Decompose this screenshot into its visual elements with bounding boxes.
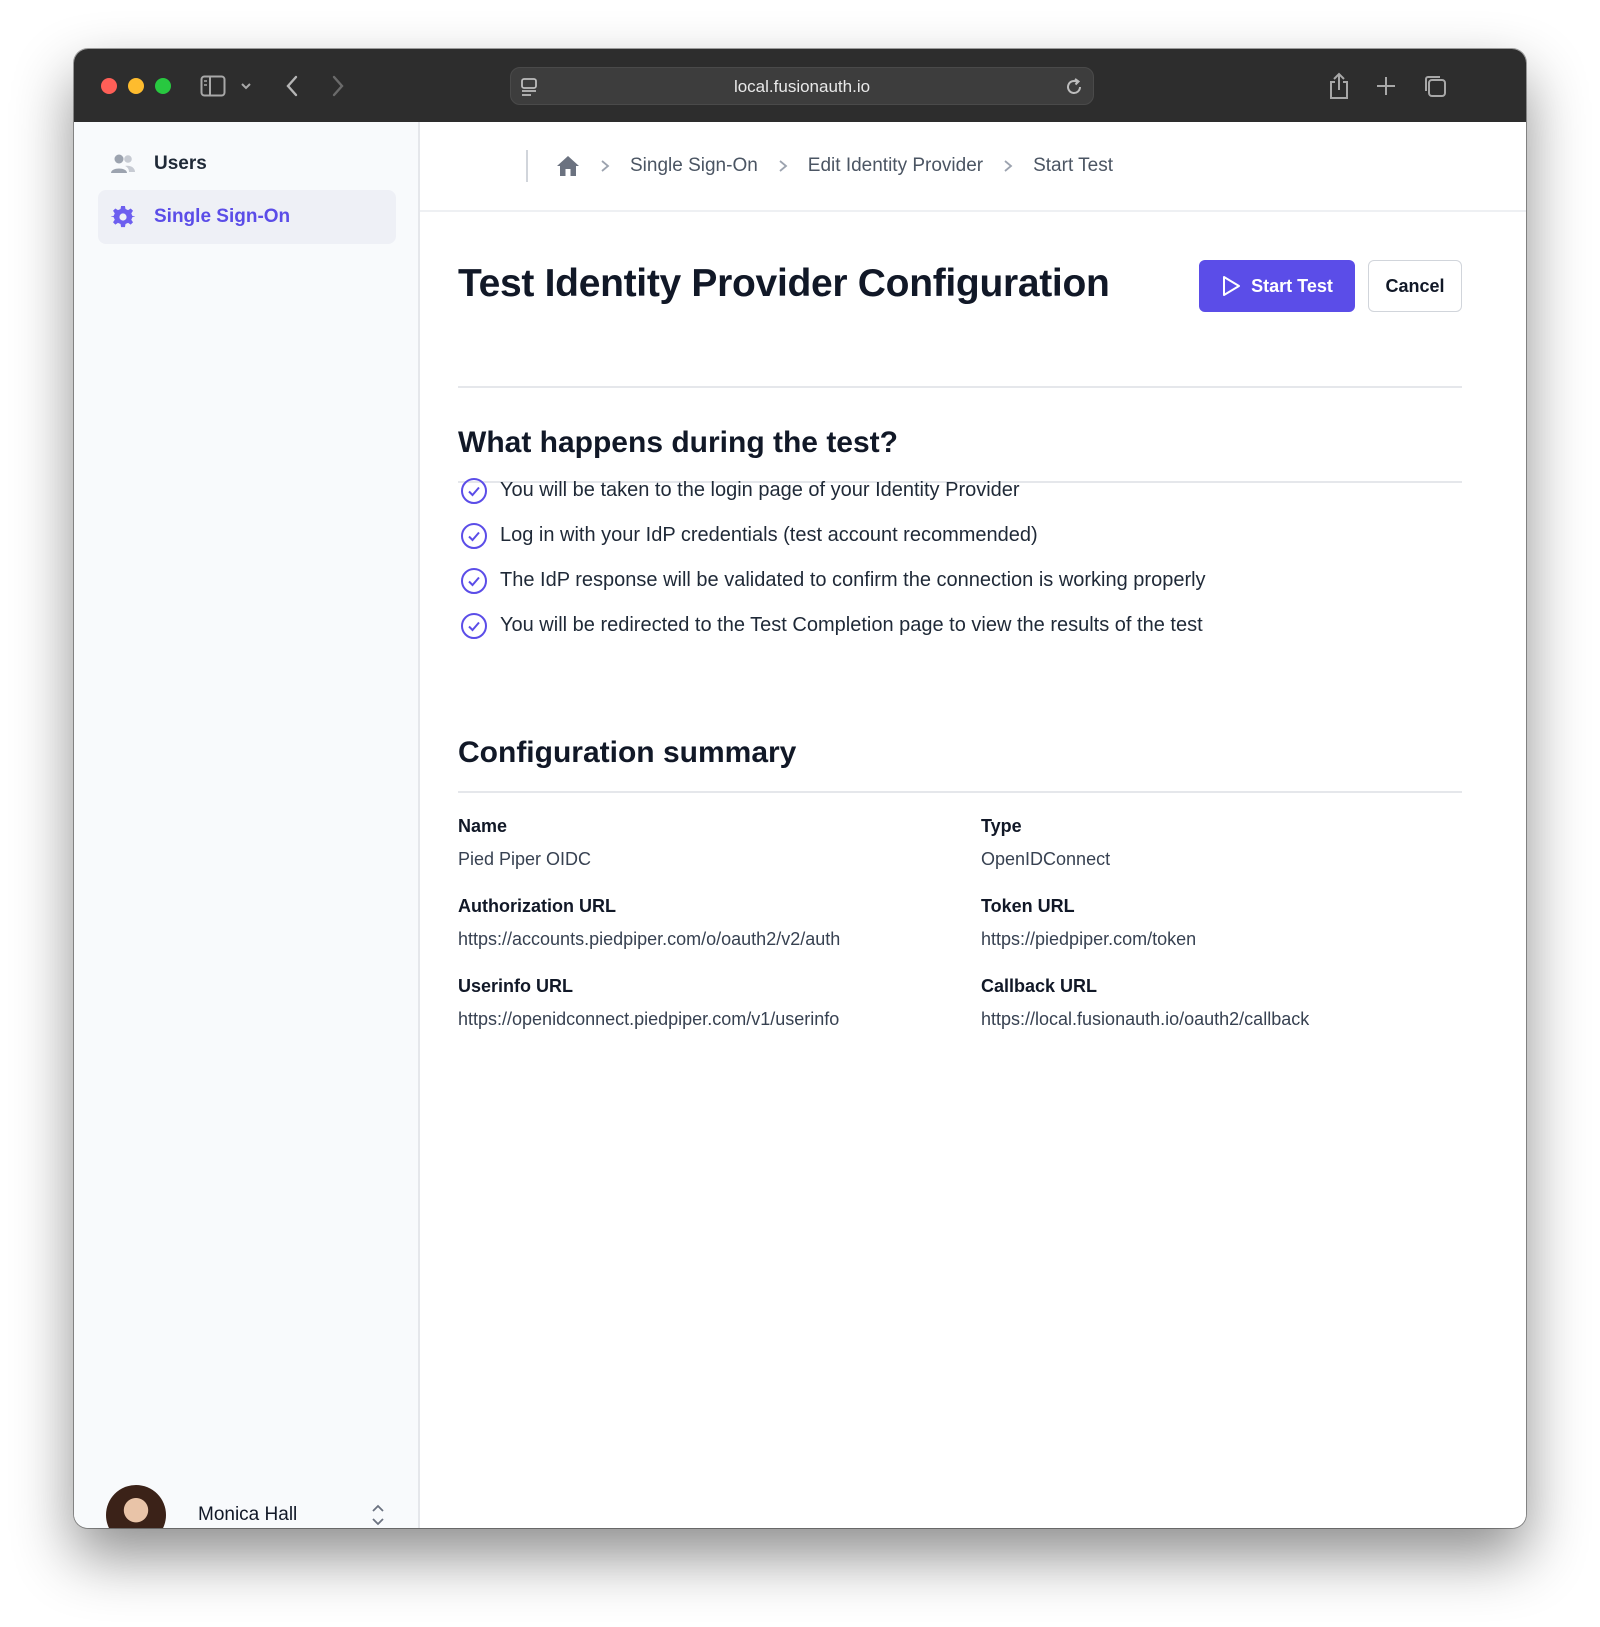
breadcrumb-edit-identity-provider[interactable]: Edit Identity Provider — [808, 155, 983, 177]
sidebar-item-label: Users — [154, 153, 207, 174]
field-value: https://openidconnect.piedpiper.com/v1/u… — [458, 1009, 840, 1029]
check-circle-icon — [460, 612, 488, 640]
sidebar: Users Single Sign-On Monica Hall — [74, 122, 420, 1528]
home-icon[interactable] — [556, 155, 580, 177]
field-label: Authorization URL — [458, 896, 616, 916]
step-text: You will be redirected to the Test Compl… — [500, 614, 1203, 636]
summary-field-userinfo-url: Userinfo URL https://openidconnect.piedp… — [458, 976, 938, 1030]
browser-titlebar: local.fusionauth.io — [74, 49, 1526, 122]
list-item: You will be taken to the login page of y… — [460, 468, 1206, 513]
list-item: The IdP response will be validated to co… — [460, 558, 1206, 603]
summary-field-token-url: Token URL https://piedpiper.com/token — [981, 896, 1461, 950]
sidebar-item-users[interactable]: Users — [98, 137, 396, 191]
divider — [526, 150, 528, 182]
maximize-window-button[interactable] — [155, 78, 171, 94]
step-text: The IdP response will be validated to co… — [500, 569, 1206, 591]
step-text: You will be taken to the login page of y… — [500, 479, 1020, 501]
new-tab-icon[interactable] — [1371, 71, 1401, 101]
field-label: Type — [981, 816, 1022, 836]
sidebar-item-label: Single Sign-On — [154, 206, 291, 227]
chevron-down-icon[interactable] — [238, 71, 254, 101]
back-icon[interactable] — [280, 71, 304, 101]
field-label: Name — [458, 816, 508, 836]
field-label: Token URL — [981, 896, 1075, 916]
breadcrumb-single-sign-on[interactable]: Single Sign-On — [630, 155, 758, 177]
field-value: OpenIDConnect — [981, 849, 1111, 869]
breadcrumb-start-test: Start Test — [1033, 155, 1114, 176]
page-title: Test Identity Provider Configuration — [458, 262, 1110, 305]
share-icon[interactable] — [1324, 71, 1354, 101]
field-value: Pied Piper OIDC — [458, 849, 592, 869]
test-steps-list: You will be taken to the login page of y… — [460, 468, 1206, 648]
forward-icon[interactable] — [326, 71, 350, 101]
breadcrumb: Single Sign-On Edit Identity Provider St… — [556, 150, 1113, 182]
reload-icon[interactable] — [1063, 76, 1085, 103]
gear-icon — [110, 204, 136, 230]
field-value: https://piedpiper.com/token — [981, 929, 1197, 949]
user-name: Monica Hall — [198, 1504, 298, 1525]
chevron-right-icon — [1003, 159, 1013, 173]
summary-field-type: Type OpenIDConnect — [981, 816, 1461, 870]
list-item: Log in with your IdP credentials (test a… — [460, 513, 1206, 558]
step-text: Log in with your IdP credentials (test a… — [500, 524, 1038, 546]
summary-section-title: Configuration summary — [458, 736, 797, 769]
field-label: Userinfo URL — [458, 976, 574, 996]
start-test-label: Start Test — [1251, 275, 1333, 296]
check-circle-icon — [460, 522, 488, 550]
list-item: You will be redirected to the Test Compl… — [460, 603, 1206, 648]
close-window-button[interactable] — [101, 78, 117, 94]
main-content: Single Sign-On Edit Identity Provider St… — [420, 122, 1526, 1528]
address-bar[interactable]: local.fusionauth.io — [510, 67, 1094, 105]
summary-field-authorization-url: Authorization URL https://accounts.piedp… — [458, 896, 938, 950]
avatar — [106, 1485, 166, 1528]
summary-field-name: Name Pied Piper OIDC — [458, 816, 938, 870]
user-menu[interactable]: Monica Hall — [106, 1484, 386, 1528]
chevron-up-down-icon[interactable] — [370, 1502, 386, 1528]
check-circle-icon — [460, 477, 488, 505]
minimize-window-button[interactable] — [128, 78, 144, 94]
chevron-right-icon — [778, 159, 788, 173]
play-icon — [1223, 276, 1241, 296]
sidebar-toggle-icon[interactable] — [198, 71, 228, 101]
top-bar: Single Sign-On Edit Identity Provider St… — [420, 122, 1526, 212]
tab-overview-icon[interactable] — [1420, 71, 1450, 101]
check-circle-icon — [460, 567, 488, 595]
test-section-title: What happens during the test? — [458, 426, 898, 459]
cancel-button[interactable]: Cancel — [1368, 260, 1462, 312]
start-test-button[interactable]: Start Test — [1199, 260, 1355, 312]
users-icon — [110, 151, 136, 177]
browser-window: local.fusionauth.io Users Single Sign-On… — [74, 49, 1526, 1528]
field-value: https://accounts.piedpiper.com/o/oauth2/… — [458, 929, 841, 949]
divider — [458, 386, 1462, 388]
sidebar-item-single-sign-on[interactable]: Single Sign-On — [98, 190, 396, 244]
summary-field-callback-url: Callback URL https://local.fusionauth.io… — [981, 976, 1461, 1030]
field-value: https://local.fusionauth.io/oauth2/callb… — [981, 1009, 1310, 1029]
divider — [458, 791, 1462, 793]
field-label: Callback URL — [981, 976, 1098, 996]
url-text: local.fusionauth.io — [733, 77, 871, 96]
chevron-right-icon — [600, 159, 610, 173]
